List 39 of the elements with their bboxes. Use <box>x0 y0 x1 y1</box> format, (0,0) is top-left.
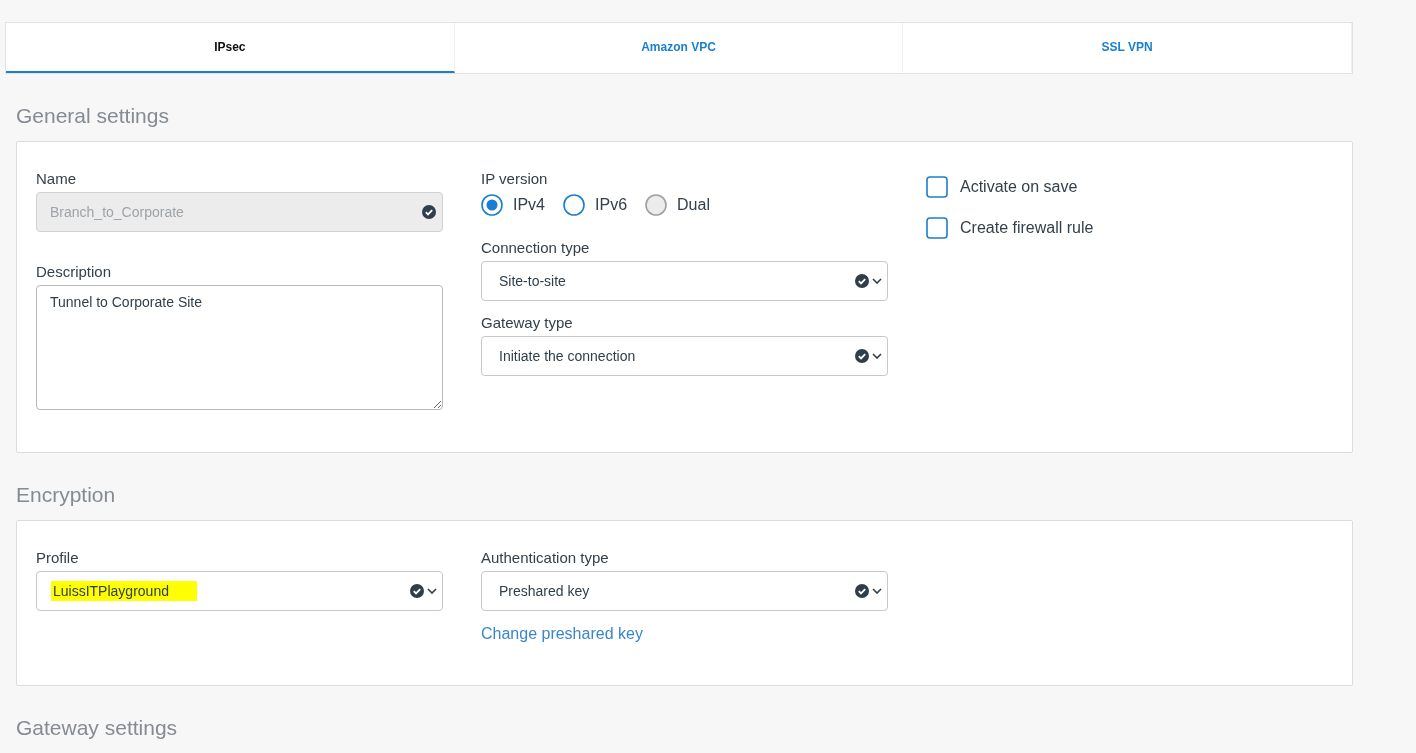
checkbox[interactable] <box>926 176 948 198</box>
radio-button[interactable] <box>481 194 503 216</box>
section-heading: General settings <box>16 104 170 129</box>
chevron-down-icon <box>872 588 882 594</box>
dropdown-field[interactable]: LuissITPlayground <box>36 571 443 611</box>
radio-label: IPv6 <box>595 196 628 214</box>
chevron-down-icon <box>872 278 882 284</box>
dropdown-field[interactable]: Initiate the connection <box>481 336 888 376</box>
checkmark-circle-icon <box>855 349 869 363</box>
field-label: Profile <box>36 549 80 567</box>
checkmark-circle-icon <box>410 584 424 598</box>
field-label: Description <box>36 263 113 281</box>
section-heading: Gateway settings <box>16 716 179 741</box>
section-heading: Encryption <box>16 483 117 508</box>
dropdown-value: Site-to-site <box>499 272 566 291</box>
field-label: IP version <box>481 170 549 188</box>
dropdown-value: Initiate the connection <box>499 347 636 366</box>
radio-button[interactable] <box>563 194 585 216</box>
checkmark-circle-icon <box>855 274 869 288</box>
checkbox[interactable] <box>926 217 948 239</box>
dropdown-value: LuissITPlayground <box>51 581 197 601</box>
chevron-down-icon <box>427 588 437 594</box>
checkmark-circle-icon <box>422 205 436 219</box>
field-label: Connection type <box>481 239 591 257</box>
checkmark-circle-icon <box>855 584 869 598</box>
checkbox-label: Create firewall rule <box>960 219 1094 237</box>
description-field[interactable]: Tunnel to Corporate Site <box>36 285 443 410</box>
chevron-down-icon <box>872 353 882 359</box>
tab[interactable]: IPsec <box>6 23 455 73</box>
field-label: Authentication type <box>481 549 610 567</box>
radio-label: Dual <box>677 196 710 214</box>
field-label: Name <box>36 170 77 188</box>
checkbox-label: Activate on save <box>960 178 1078 196</box>
radio-label: IPv4 <box>513 196 545 214</box>
dropdown-field[interactable]: Preshared key <box>481 571 888 611</box>
dropdown-field[interactable]: Site-to-site <box>481 261 888 301</box>
field-label: Gateway type <box>481 314 574 332</box>
dropdown-value: Preshared key <box>499 582 590 601</box>
change-preshared-key-link[interactable]: Change preshared key <box>481 625 643 643</box>
